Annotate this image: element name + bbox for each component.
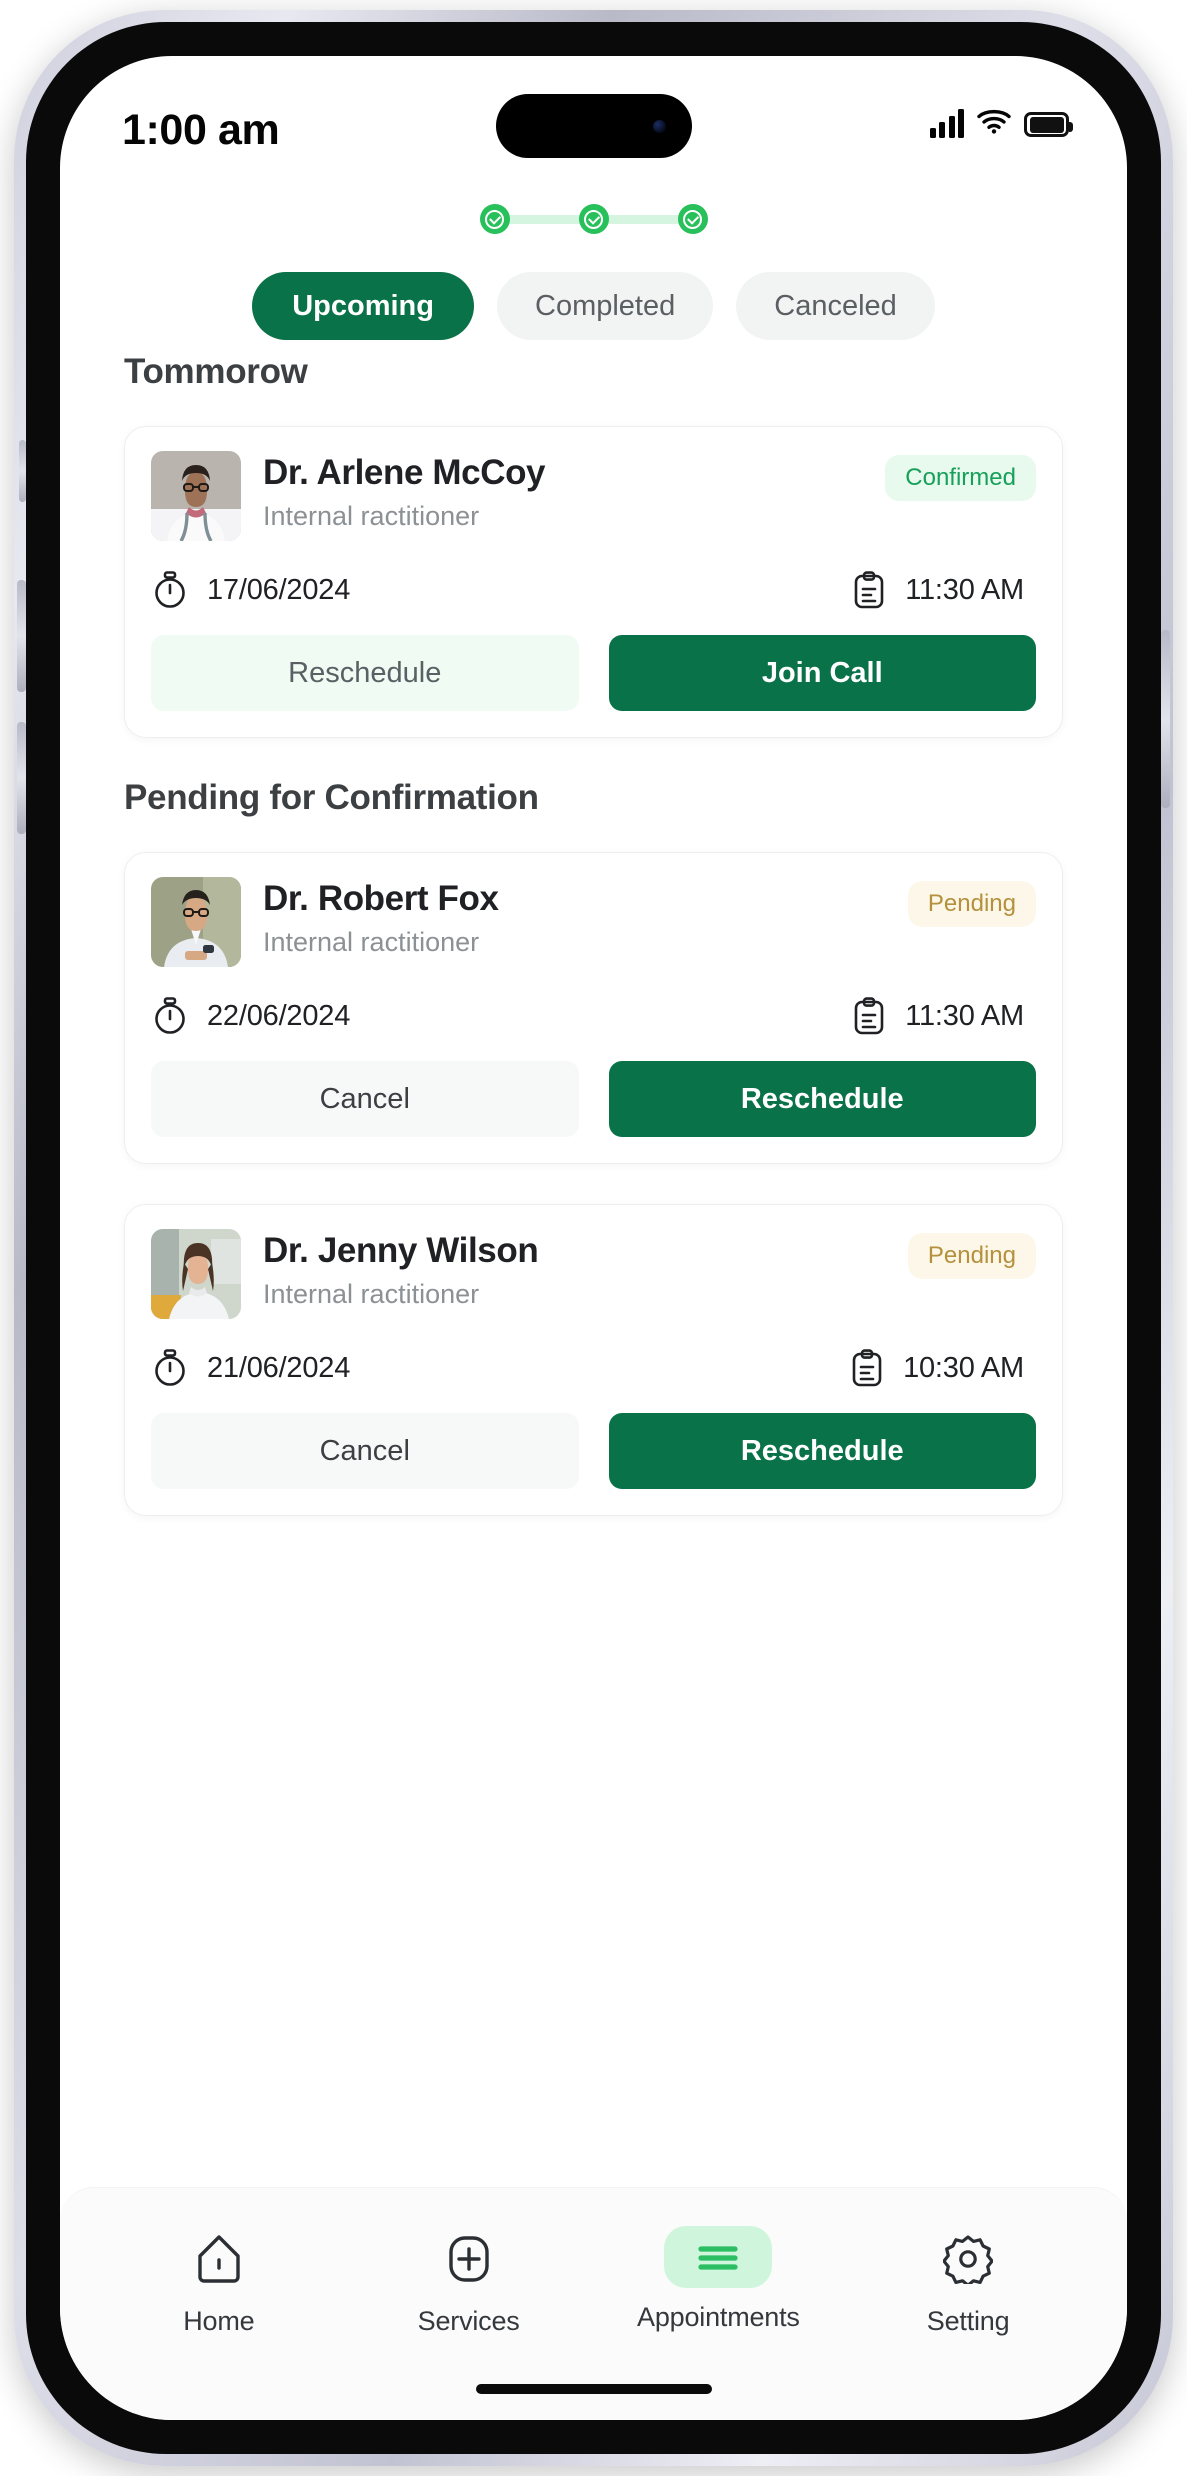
home-icon [195,2226,243,2292]
status-bar: 1:00 am [60,56,1127,206]
nav-label-setting: Setting [926,2306,1010,2336]
appointment-time-text: 11:30 AM [905,573,1024,606]
clipboard-icon [854,571,884,609]
signal-icon [929,108,964,138]
nav-item-setting[interactable]: Setting [884,2226,1052,2337]
home-indicator[interactable] [475,2384,712,2394]
nav-label-services: Services [417,2306,520,2336]
appointment-card-header: Dr. Arlene McCoy Internal ractitioner Co… [151,451,1036,541]
appointment-date-text: 21/06/2024 [207,1351,351,1384]
join-call-button[interactable]: Join Call [608,635,1036,711]
doctor-role: Internal ractitioner [263,927,480,958]
appointment-card[interactable]: Dr. Jenny Wilson Internal ractitioner Pe… [124,1204,1063,1516]
stopwatch-icon [155,571,185,608]
appointment-card[interactable]: Dr. Robert Fox Internal ractitioner Pend… [124,852,1063,1164]
wifi-icon [977,108,1011,138]
doctor-info: Dr. Jenny Wilson Internal ractitioner [263,1229,908,1310]
tab-completed-label: Completed [535,289,676,322]
appointment-time-text: 10:30 AM [903,1351,1024,1384]
step-indicator [60,204,1127,234]
appointment-actions: Cancel Reschedule [151,1061,1036,1137]
appointment-card[interactable]: Dr. Arlene McCoy Internal ractitioner Co… [124,426,1063,738]
appointment-meta: 22/06/2024 11:30 AM [151,997,1036,1035]
appointment-meta: 21/06/2024 10:30 AM [151,1349,1036,1387]
appointment-time: 11:30 AM [853,571,1024,609]
status-badge: Pending [907,881,1036,927]
front-camera-icon [652,120,666,133]
reschedule-button[interactable]: Reschedule [608,1413,1036,1489]
phone-frame: 1:00 am Upcoming Completed Canceled Tomm… [14,10,1173,2466]
doctor-name: Dr. Jenny Wilson [263,1231,539,1270]
status-icons [929,108,1073,138]
doctor-name: Dr. Robert Fox [263,879,499,918]
avatar [151,877,241,967]
silent-switch[interactable] [19,440,26,502]
appointment-date: 17/06/2024 [153,571,350,609]
appointment-time: 10:30 AM [851,1349,1024,1387]
check-circle-icon [578,204,609,234]
status-time: 1:00 am [122,106,280,154]
appointment-card-header: Dr. Jenny Wilson Internal ractitioner Pe… [151,1229,1036,1319]
stopwatch-icon [155,1349,185,1386]
avatar [151,451,241,541]
appointment-filter-tabs: Upcoming Completed Canceled [60,272,1127,340]
tab-completed[interactable]: Completed [497,272,714,340]
doctor-role: Internal ractitioner [263,1279,480,1310]
appointment-time-text: 11:30 AM [905,999,1024,1032]
volume-up-button[interactable] [17,580,26,692]
appointment-actions: Cancel Reschedule [151,1413,1036,1489]
clipboard-icon [852,1349,882,1387]
reschedule-button[interactable]: Reschedule [608,1061,1036,1137]
volume-down-button[interactable] [17,722,26,834]
appointment-date-text: 17/06/2024 [207,573,351,606]
doctor-info: Dr. Arlene McCoy Internal ractitioner [263,451,885,532]
gear-icon [943,2226,994,2292]
appointment-time: 11:30 AM [853,997,1024,1035]
appointment-card-header: Dr. Robert Fox Internal ractitioner Pend… [151,877,1036,967]
bottom-navigation: Home Services Appointments Setting [60,2187,1127,2420]
step-connector [506,214,582,224]
dynamic-island [495,94,692,158]
stopwatch-icon [155,997,185,1034]
doctor-role: Internal ractitioner [263,501,480,532]
appointment-date-text: 22/06/2024 [207,999,351,1032]
tab-canceled-label: Canceled [774,289,897,322]
appointment-meta: 17/06/2024 11:30 AM [151,571,1036,609]
appointment-actions: Reschedule Join Call [151,635,1036,711]
cancel-button[interactable]: Cancel [151,1061,579,1137]
section-title-tomorrow: Tommorow [124,352,308,391]
reschedule-button[interactable]: Reschedule [151,635,579,711]
step-connector [605,214,681,224]
tab-upcoming[interactable]: Upcoming [252,272,474,340]
appointment-date: 22/06/2024 [153,997,350,1035]
doctor-info: Dr. Robert Fox Internal ractitioner [263,877,908,958]
nav-item-home[interactable]: Home [135,2226,303,2337]
tab-canceled[interactable]: Canceled [736,272,935,340]
clipboard-icon [854,997,884,1035]
appointments-list: Tommorow Dr. Arlene McCoy Internal racti… [60,352,1127,1516]
tab-upcoming-label: Upcoming [292,289,434,322]
nav-label-home: Home [183,2306,255,2336]
menu-lines-icon [664,2226,773,2288]
battery-icon [1024,112,1073,137]
cancel-button[interactable]: Cancel [151,1413,579,1489]
doctor-name: Dr. Arlene McCoy [263,453,546,492]
status-badge: Pending [907,1233,1036,1279]
status-badge: Confirmed [885,455,1036,501]
nav-item-services[interactable]: Services [385,2226,553,2337]
plus-square-icon [445,2226,493,2292]
nav-item-appointments[interactable]: Appointments [634,2226,802,2333]
check-circle-icon [479,204,510,234]
avatar [151,1229,241,1319]
phone-bezel: 1:00 am Upcoming Completed Canceled Tomm… [26,22,1161,2454]
nav-label-appointments: Appointments [637,2302,800,2332]
section-title-pending: Pending for Confirmation [124,778,539,817]
power-button[interactable] [1161,630,1170,808]
appointment-date: 21/06/2024 [153,1349,350,1387]
check-circle-icon [677,204,708,234]
app-screen: 1:00 am Upcoming Completed Canceled Tomm… [60,56,1127,2420]
